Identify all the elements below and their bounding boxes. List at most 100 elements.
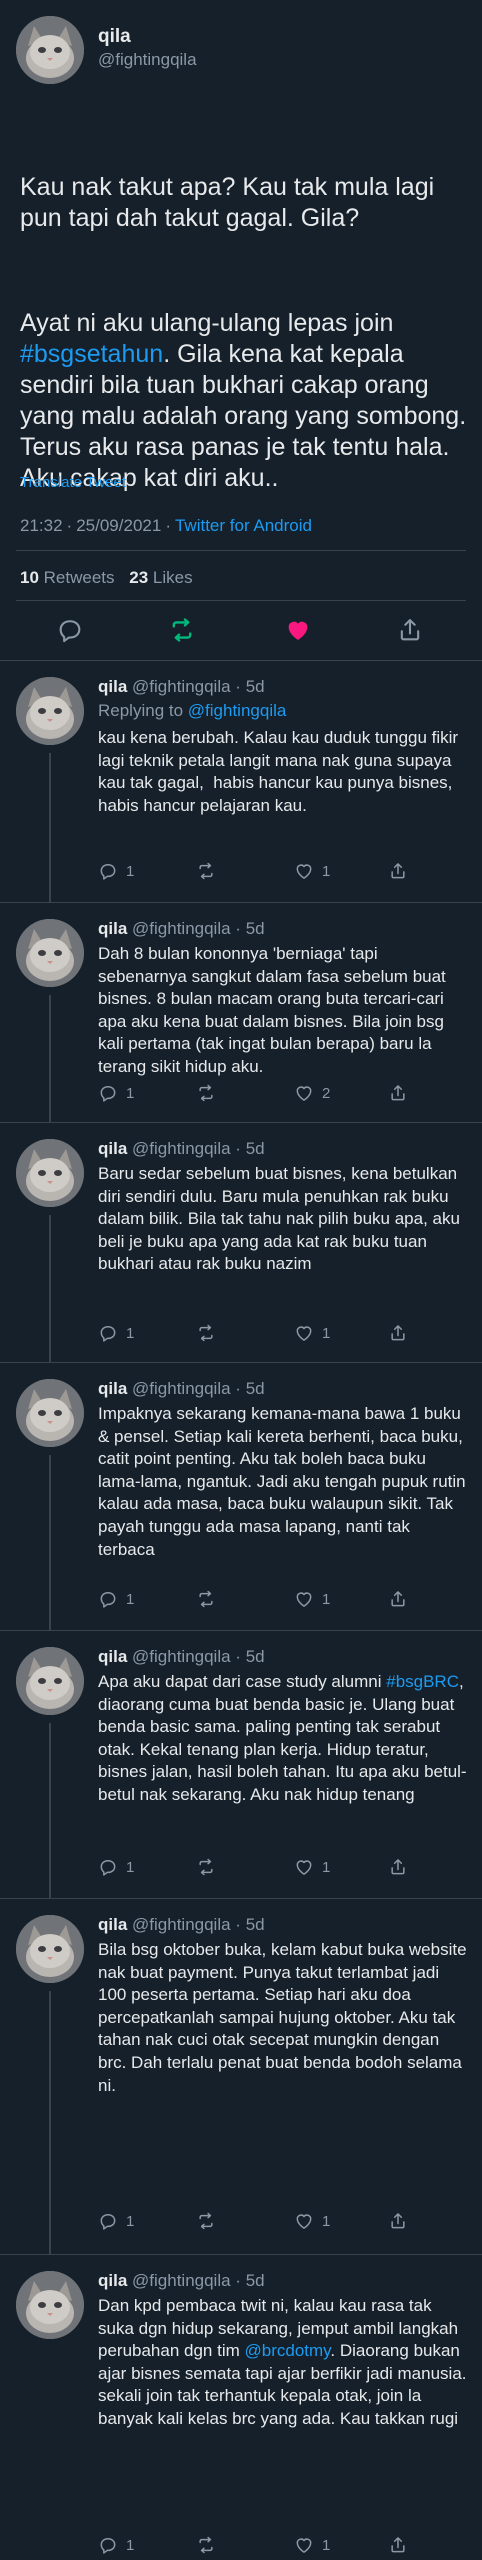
retweet-button[interactable] — [196, 861, 216, 881]
like-button[interactable]: 2 — [294, 1083, 330, 1103]
display-name[interactable]: qila — [98, 677, 127, 696]
user-handle[interactable]: @fightingqila — [132, 677, 231, 696]
like-button[interactable]: 1 — [294, 1323, 330, 1343]
like-button[interactable]: 1 — [294, 2535, 330, 2555]
share-button[interactable] — [388, 2211, 408, 2231]
user-handle[interactable]: @fightingqila — [132, 1647, 231, 1666]
share-button[interactable] — [388, 1323, 408, 1343]
retweet-button[interactable] — [196, 1857, 216, 1877]
reply-tweet[interactable]: qila @fightingqila · 5d Dan kpd pembaca … — [0, 2254, 482, 2560]
like-button[interactable]: 1 — [294, 1857, 330, 1877]
reply-tweet[interactable]: qila @fightingqila · 5d Apa aku dapat da… — [0, 1630, 482, 1899]
retweet-button[interactable] — [168, 616, 202, 650]
reply-button[interactable]: 1 — [98, 2535, 134, 2555]
share-icon — [391, 863, 405, 879]
reply-button[interactable]: 1 — [98, 861, 134, 881]
display-name[interactable]: qila — [98, 2271, 127, 2290]
avatar[interactable] — [16, 1915, 84, 1983]
reply-tweet[interactable]: qila @fightingqila · 5d Replying to @fig… — [0, 660, 482, 903]
avatar[interactable] — [16, 16, 84, 84]
reply-age[interactable]: 5d — [246, 1647, 265, 1666]
heart-icon — [296, 1326, 312, 1341]
mention-link[interactable]: @brcdotmy — [245, 2341, 331, 2360]
tweet-meta: 21:32 · 25/09/2021 · Twitter for Android — [20, 516, 312, 535]
reply-button[interactable]: 1 — [98, 1857, 134, 1877]
hashtag-link[interactable]: #bsgsetahun — [20, 340, 163, 368]
mention-link[interactable]: @fightingqila — [188, 701, 287, 720]
share-button[interactable] — [388, 861, 408, 881]
reply-button[interactable]: 1 — [98, 1083, 134, 1103]
user-handle[interactable]: @fightingqila — [132, 1379, 231, 1398]
like-button[interactable] — [284, 616, 318, 650]
avatar[interactable] — [16, 1379, 84, 1447]
tweet-time[interactable]: 21:32 — [20, 516, 63, 535]
reply-button[interactable]: 1 — [98, 2211, 134, 2231]
reply-icon — [100, 1860, 116, 1876]
likes-stat[interactable]: 23 Likes — [129, 568, 192, 587]
avatar[interactable] — [16, 1647, 84, 1715]
like-button[interactable]: 1 — [294, 1589, 330, 1609]
reply-header: qila @fightingqila · 5d — [98, 1139, 265, 1158]
tweet-source[interactable]: Twitter for Android — [175, 516, 312, 535]
reply-action-bar: 1 1 — [98, 1589, 470, 1611]
display-name[interactable]: qila — [98, 1139, 127, 1158]
user-handle[interactable]: @fightingqila — [132, 2271, 231, 2290]
reply-header: qila @fightingqila · 5d — [98, 677, 265, 696]
reply-header: qila @fightingqila · 5d — [98, 2271, 265, 2290]
reply-tweet[interactable]: qila @fightingqila · 5d Dah 8 bulan kono… — [0, 902, 482, 1123]
user-handle[interactable]: @fightingqila — [98, 50, 197, 70]
display-name[interactable]: qila — [98, 26, 131, 48]
like-button[interactable]: 1 — [294, 2211, 330, 2231]
like-button[interactable]: 1 — [294, 861, 330, 881]
avatar[interactable] — [16, 919, 84, 987]
like-count: 23 — [129, 568, 149, 587]
hashtag-link[interactable]: #bsgBRC — [386, 1672, 459, 1691]
user-handle[interactable]: @fightingqila — [132, 1139, 231, 1158]
share-button[interactable] — [388, 1857, 408, 1877]
retweet-button[interactable] — [196, 2211, 216, 2231]
avatar[interactable] — [16, 1139, 84, 1207]
reply-button[interactable]: 1 — [98, 1589, 134, 1609]
reply-age[interactable]: 5d — [246, 1379, 265, 1398]
reply-tweet[interactable]: qila @fightingqila · 5d Bila bsg oktober… — [0, 1898, 482, 2255]
translate-tweet-link[interactable]: Translate Tweet — [20, 474, 126, 491]
reply-button[interactable]: 1 — [98, 1323, 134, 1343]
display-name[interactable]: qila — [98, 1647, 127, 1666]
share-button[interactable] — [396, 616, 430, 650]
tweet-date[interactable]: 25/09/2021 — [76, 516, 161, 535]
share-icon — [400, 619, 420, 641]
display-name[interactable]: qila — [98, 1915, 127, 1934]
reply-tweet[interactable]: qila @fightingqila · 5d Baru sedar sebel… — [0, 1122, 482, 1363]
reply-count: 1 — [126, 1324, 135, 1342]
share-button[interactable] — [388, 2535, 408, 2555]
reply-button[interactable] — [56, 616, 90, 650]
retweet-button[interactable] — [196, 1323, 216, 1343]
reply-age[interactable]: 5d — [246, 2271, 265, 2290]
reply-action-bar: 1 1 — [98, 1857, 470, 1879]
share-button[interactable] — [388, 1083, 408, 1103]
user-handle[interactable]: @fightingqila — [132, 919, 231, 938]
avatar[interactable] — [16, 677, 84, 745]
replying-to: Replying to @fightingqila — [98, 701, 286, 721]
tweet-text-segment: Ayat ni aku ulang-ulang lepas join — [20, 309, 401, 337]
share-button[interactable] — [388, 1589, 408, 1609]
reply-text-segment: , diaorang cuma buat benda basic je. Ula… — [98, 1672, 469, 1804]
reply-tweet[interactable]: qila @fightingqila · 5d Impaknya sekaran… — [0, 1362, 482, 1631]
reply-count: 1 — [126, 2212, 135, 2230]
retweet-button[interactable] — [196, 1589, 216, 1609]
display-name[interactable]: qila — [98, 1379, 127, 1398]
retweet-button[interactable] — [196, 1083, 216, 1103]
reply-age[interactable]: 5d — [246, 1915, 265, 1934]
reply-age[interactable]: 5d — [246, 919, 265, 938]
reply-text: Bila bsg oktober buka, kelam kabut buka … — [98, 1940, 472, 2095]
like-label: Likes — [152, 568, 193, 587]
reply-age[interactable]: 5d — [246, 1139, 265, 1158]
reply-text: kau kena berubah. Kalau kau duduk tunggu… — [98, 728, 463, 815]
avatar[interactable] — [16, 2271, 84, 2339]
user-handle[interactable]: @fightingqila — [132, 1915, 231, 1934]
retweet-button[interactable] — [196, 2535, 216, 2555]
reply-count: 1 — [126, 1084, 135, 1102]
display-name[interactable]: qila — [98, 919, 127, 938]
retweets-stat[interactable]: 10 Retweets — [20, 568, 115, 587]
reply-age[interactable]: 5d — [246, 677, 265, 696]
